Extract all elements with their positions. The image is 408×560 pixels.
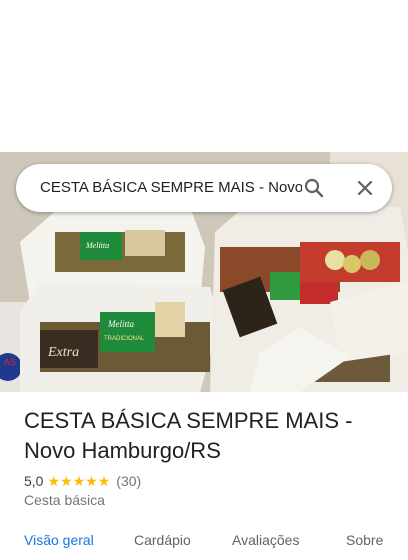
svg-text:Melitta: Melitta — [107, 319, 134, 329]
star-icon: ★ — [85, 473, 98, 489]
svg-text:Extra: Extra — [47, 345, 79, 360]
place-title: CESTA BÁSICA SEMPRE MAIS - Novo Hamburgo… — [24, 408, 353, 463]
tab-overview[interactable]: Visão geral — [24, 532, 94, 548]
rating-row[interactable]: 5,0 ★ ★ ★ ★ ★ (30) — [24, 471, 141, 491]
star-icon: ★ — [97, 473, 111, 489]
svg-text:TRADICIONAL: TRADICIONAL — [104, 336, 145, 342]
tab-reviews[interactable]: Avaliações — [232, 532, 299, 548]
clear-button[interactable] — [353, 176, 377, 200]
close-icon — [357, 180, 373, 196]
star-icon: ★ — [60, 473, 73, 489]
place-tabs: Visão geral Cardápio Avaliações Sobre — [0, 530, 408, 560]
search-icon — [304, 178, 324, 198]
svg-text:AS: AS — [4, 357, 16, 367]
review-count[interactable]: (30) — [116, 473, 141, 489]
place-category[interactable]: Cesta básica — [24, 492, 105, 508]
search-button[interactable] — [302, 176, 326, 200]
svg-text:Melitta: Melitta — [85, 241, 109, 250]
star-icon: ★ — [72, 473, 86, 489]
star-icon: ★ — [47, 473, 61, 489]
rating-stars: ★ ★ ★ ★ ★ — [47, 474, 110, 488]
search-input[interactable]: CESTA BÁSICA SEMPRE MAIS - Novo Hamburgo… — [40, 164, 302, 212]
search-bar[interactable]: CESTA BÁSICA SEMPRE MAIS - Novo Hamburgo… — [16, 164, 392, 212]
tab-menu[interactable]: Cardápio — [134, 532, 191, 548]
tab-about[interactable]: Sobre — [346, 532, 383, 548]
rating-value: 5,0 — [24, 473, 44, 489]
